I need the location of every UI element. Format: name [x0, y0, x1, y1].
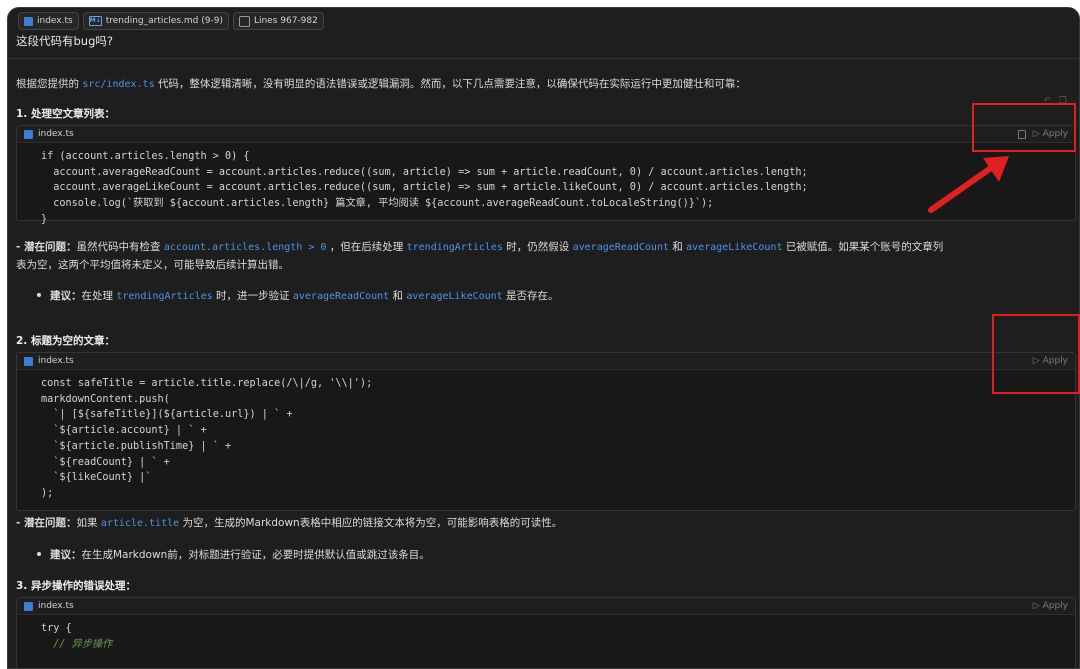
code-line: account.averageLikeCount = account.artic… [41, 182, 808, 194]
code-block: index.ts ▷ Apply if (account.articles.le… [16, 125, 1076, 225]
intro-text: 根据您提供的 [16, 78, 79, 90]
suggest-text: 在生成Markdown前，对标题进行验证，必要时提供默认值或跳过该条目。 [81, 549, 430, 561]
context-chip-markdown[interactable]: M↓ trending_articles.md (9-9) [82, 12, 229, 30]
code-line: const safeTitle = article.title.replace(… [41, 378, 373, 389]
issue-text: 如果 [76, 517, 98, 529]
code-block-header: index.ts ▷ Apply [17, 598, 1075, 615]
code-content: if (account.articles.length > 0) { accou… [17, 143, 1075, 228]
section-heading: 2. 标题为空的文章： [16, 335, 115, 347]
issue-text: 已被赋值。如果某个账号的文章列 [785, 241, 944, 253]
context-chips: index.ts M↓ trending_articles.md (9-9) L… [18, 12, 324, 30]
divider [8, 58, 1079, 59]
apply-button[interactable]: ▷ Apply [1033, 601, 1068, 611]
code-lines-icon [238, 15, 250, 27]
code-content: try { // 异步操作 [17, 615, 1075, 652]
issue-paragraph: - 潜在问题：虽然代码中有检查 account.articles.length … [16, 239, 943, 254]
code-line: `${likeCount} |` [41, 472, 152, 484]
issue-text: 为空，生成的Markdown表格中相应的链接文本将为空，可能影响表格的可读性。 [182, 517, 563, 529]
highlight-box [992, 314, 1080, 394]
section-heading: 3. 异步操作的错误处理： [16, 580, 136, 592]
context-chip-label: Lines 967-982 [253, 16, 318, 26]
suggest-label: 建议： [50, 290, 82, 302]
context-chip-label: trending_articles.md (9-9) [105, 16, 223, 26]
code-line: `${article.publishTime} | ` + [41, 440, 232, 452]
inline-code: trendingArticles [406, 242, 503, 253]
inline-code: averageLikeCount [686, 242, 783, 253]
code-line: ); [41, 487, 54, 499]
intro-paragraph: 根据您提供的 src/index.ts 代码，整体逻辑清晰，没有明显的语法错误或… [16, 76, 746, 91]
typescript-file-icon [24, 16, 33, 26]
code-line: `| [${safeTitle}](${article.url}) | ` + [41, 409, 293, 421]
inline-code: averageReadCount [572, 242, 669, 253]
chat-window: index.ts M↓ trending_articles.md (9-9) L… [7, 7, 1080, 669]
suggest-text: 和 [392, 290, 404, 302]
suggest-text: 是否存在。 [506, 290, 559, 302]
issue-text: ，但在后续处理 [329, 241, 404, 253]
code-file-name: index.ts [38, 356, 74, 366]
code-block: index.ts ▷ Apply try { // 异步操作 [16, 597, 1076, 668]
code-block-header: index.ts ▷ Apply [17, 353, 1075, 370]
file-path-code: src/index.ts [82, 79, 155, 90]
suggest-label: 建议： [50, 549, 82, 561]
suggestion: 建议：在处理 trendingArticles 时，进一步验证 averageR… [50, 288, 559, 303]
bullet [37, 293, 41, 297]
suggest-text: 时，进一步验证 [216, 290, 290, 302]
code-actions: ▷ Apply [1033, 601, 1068, 611]
code-line: account.averageReadCount = account.artic… [41, 166, 808, 178]
inline-code: averageReadCount [292, 291, 390, 302]
context-chip-label: index.ts [37, 16, 73, 26]
issue-paragraph-line2: 表为空，这两个平均值将未定义，可能导致后续计算出错。 [16, 259, 289, 271]
issue-label: - 潜在问题： [16, 517, 77, 529]
inline-code: article.title [100, 518, 180, 529]
code-line: console.log(`获取到 ${account.articles.leng… [41, 198, 714, 210]
typescript-file-icon [24, 356, 33, 366]
issue-text: 时，仍然假设 [506, 241, 570, 253]
markdown-file-icon: M↓ [88, 16, 102, 26]
code-block: index.ts ▷ Apply const safeTitle = artic… [16, 352, 1076, 511]
apply-label: Apply [1042, 601, 1068, 611]
code-line: markdownContent.push( [41, 393, 170, 405]
annotation-arrow-icon [928, 156, 1009, 213]
code-line: } [41, 213, 48, 225]
intro-text: 代码，整体逻辑清晰，没有明显的语法错误或逻辑漏洞。然而，以下几点需要注意，以确保… [157, 78, 746, 90]
section-heading: 1. 处理空文章列表： [16, 108, 115, 120]
code-file-name: index.ts [38, 129, 74, 139]
highlight-box [972, 103, 1076, 152]
context-chip-index[interactable]: index.ts [18, 12, 79, 30]
user-question: 这段代码有bug吗? [16, 34, 113, 48]
bullet [37, 552, 41, 556]
issue-text: 和 [672, 241, 683, 253]
code-line: `${readCount} | ` + [41, 456, 170, 468]
code-line: try { [41, 623, 72, 634]
suggestion: 建议：在生成Markdown前，对标题进行验证，必要时提供默认值或跳过该条目。 [50, 547, 430, 562]
code-line: // 异步操作 [41, 638, 113, 650]
code-file-name: index.ts [38, 601, 74, 611]
context-chip-lines[interactable]: Lines 967-982 [232, 12, 324, 30]
code-line: `${article.account} | ` + [41, 425, 207, 437]
code-block-header: index.ts ▷ Apply [17, 126, 1075, 143]
inline-code: averageLikeCount [406, 291, 503, 302]
typescript-file-icon [24, 129, 33, 139]
issue-paragraph: - 潜在问题：如果 article.title 为空，生成的Markdown表格… [16, 515, 562, 530]
code-content: const safeTitle = article.title.replace(… [17, 370, 1075, 502]
typescript-file-icon [24, 601, 33, 611]
inline-code: trendingArticles [116, 291, 213, 302]
suggest-text: 在处理 [81, 290, 114, 302]
code-line: if (account.articles.length > 0) { [41, 151, 250, 162]
issue-label: - 潜在问题： [16, 241, 77, 253]
issue-text: 虽然代码中有检查 [76, 241, 161, 253]
inline-code: account.articles.length > 0 [163, 242, 327, 253]
